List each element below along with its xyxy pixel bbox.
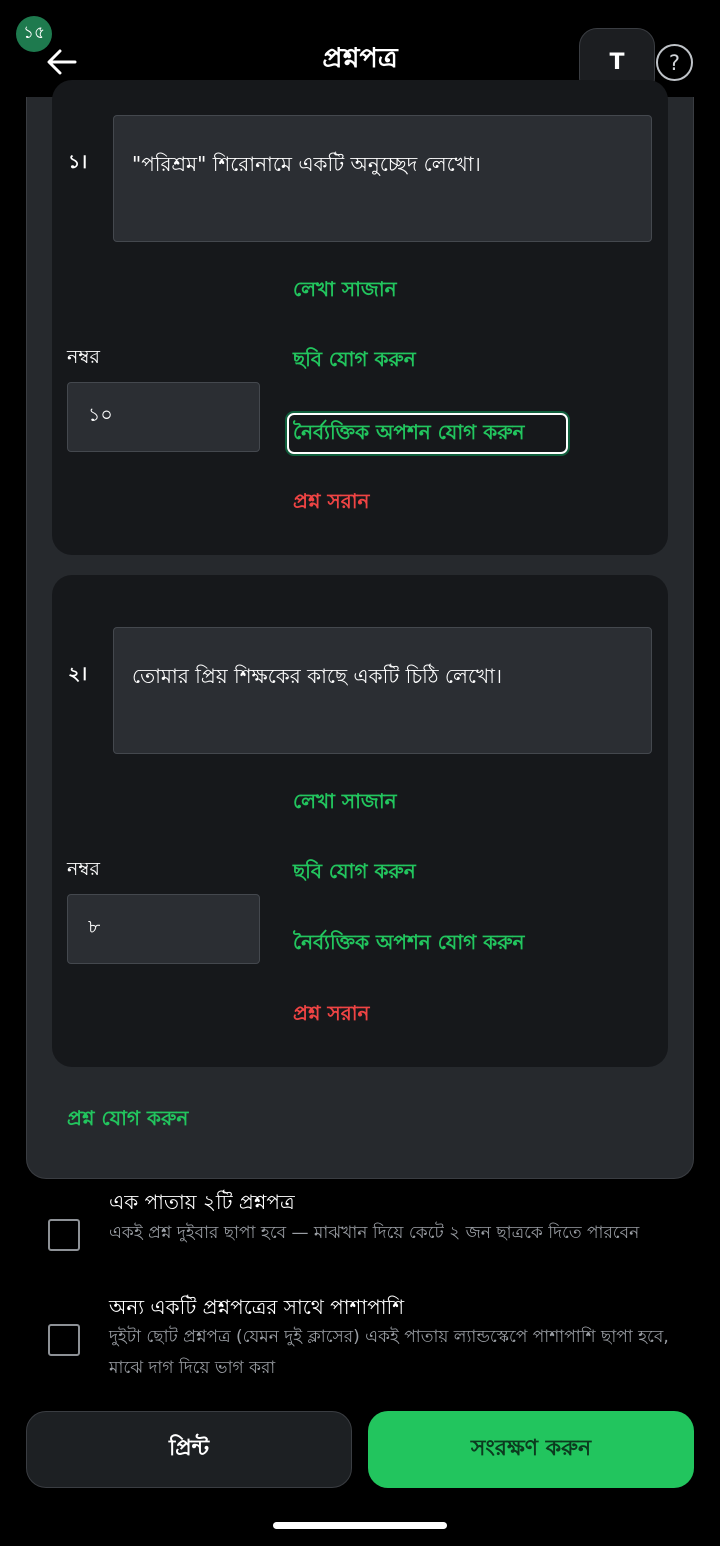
arrow-left-icon xyxy=(47,49,77,75)
option-description: একই প্রশ্ন দুইবার ছাপা হবে — মাঝখান দিয়… xyxy=(109,1223,640,1243)
option-title: এক পাতায় ২টি প্রশ্নপত্র xyxy=(109,1190,295,1214)
home-indicator[interactable] xyxy=(273,1522,447,1529)
question-text-input[interactable]: তোমার প্রিয় শিক্ষকের কাছে একটি চিঠি লেখ… xyxy=(113,627,652,754)
add-mcq-option-link[interactable]: নৈর্ব্যক্তিক অপশন যোগ করুন xyxy=(293,928,524,961)
question-number: ১। xyxy=(68,151,88,173)
side-by-side-checkbox[interactable] xyxy=(48,1324,80,1356)
print-button[interactable]: প্রিন্ট xyxy=(26,1411,352,1488)
format-text-link[interactable]: লেখা সাজান xyxy=(293,787,397,820)
question-text-input[interactable]: "পরিশ্রম" শিরোনামে একটি অনুচ্ছেদ লেখো। xyxy=(113,115,652,242)
add-image-link[interactable]: ছবি যোগ করুন xyxy=(293,857,416,890)
option-description: দুইটা ছোট প্রশ্নপত্র (যেমন দুই ক্লাসের) … xyxy=(109,1327,669,1378)
remove-question-link[interactable]: প্রশ্ন সরান xyxy=(293,487,369,520)
question-number: ২। xyxy=(68,663,88,685)
add-question-link[interactable]: প্রশ্ন যোগ করুন xyxy=(67,1104,188,1137)
question-mark-icon: ? xyxy=(668,50,681,75)
add-mcq-option-link[interactable]: নৈর্ব্যক্তিক অপশন যোগ করুন xyxy=(293,418,524,451)
format-text-link[interactable]: লেখা সাজান xyxy=(293,275,397,308)
marks-input[interactable]: ৮ xyxy=(67,894,260,964)
add-image-link[interactable]: ছবি যোগ করুন xyxy=(293,345,416,378)
remove-question-link[interactable]: প্রশ্ন সরান xyxy=(293,999,369,1032)
back-button[interactable] xyxy=(40,40,84,84)
two-per-page-checkbox[interactable] xyxy=(48,1219,80,1251)
text-size-icon: T xyxy=(609,49,625,75)
marks-label: নম্বর xyxy=(67,346,100,368)
help-button[interactable]: ? xyxy=(656,44,693,81)
marks-label: নম্বর xyxy=(67,858,100,880)
save-button[interactable]: সংরক্ষণ করুন xyxy=(368,1411,694,1488)
marks-input[interactable]: ১০ xyxy=(67,382,260,452)
